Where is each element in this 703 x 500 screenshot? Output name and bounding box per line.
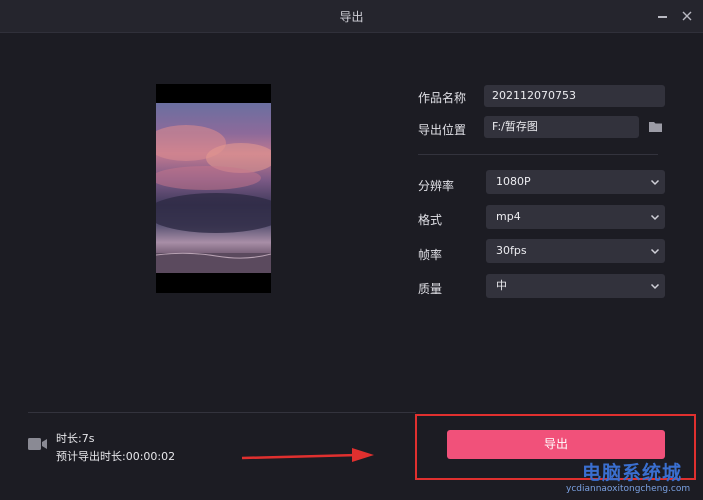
watermark-logo-text: 电脑系统城 — [582, 462, 683, 484]
format-value: mp4 — [496, 210, 521, 223]
export-location-input[interactable]: F:/暂存图 — [484, 116, 639, 138]
window-title: 导出 — [339, 10, 364, 24]
title-bar: 导出 — [0, 0, 703, 33]
chevron-down-icon — [650, 179, 660, 186]
quality-value: 中 — [496, 279, 507, 292]
resolution-value: 1080P — [496, 175, 531, 188]
fps-select[interactable]: 30fps — [486, 239, 665, 263]
preview-image — [156, 103, 271, 273]
watermark-url: ycdiannaoxitongcheng.com — [566, 484, 691, 494]
video-camera-icon — [28, 438, 47, 450]
fps-value: 30fps — [496, 244, 527, 257]
chevron-down-icon — [650, 248, 660, 255]
estimated-time-text: 预计导出时长:00:00:02 — [56, 450, 176, 463]
duration-text: 时长:7s — [56, 432, 95, 445]
format-select[interactable]: mp4 — [486, 205, 665, 229]
footer-divider — [28, 412, 416, 413]
chevron-down-icon — [650, 214, 660, 221]
annotation-arrow — [241, 448, 374, 462]
fps-label: 帧率 — [418, 248, 443, 262]
close-icon — [682, 11, 692, 21]
divider — [418, 154, 658, 155]
work-name-label: 作品名称 — [418, 91, 467, 105]
format-label: 格式 — [418, 213, 443, 227]
folder-icon[interactable] — [648, 120, 663, 133]
chevron-down-icon — [650, 283, 660, 290]
video-preview — [156, 84, 271, 293]
export-location-label: 导出位置 — [418, 123, 467, 137]
quality-select[interactable]: 中 — [486, 274, 665, 298]
close-button[interactable] — [677, 6, 697, 26]
minimize-button[interactable] — [653, 6, 673, 26]
quality-label: 质量 — [418, 282, 443, 296]
export-button[interactable]: 导出 — [447, 430, 665, 459]
resolution-label: 分辨率 — [418, 179, 455, 193]
resolution-select[interactable]: 1080P — [486, 170, 665, 194]
work-name-input[interactable]: 202112070753 — [484, 85, 665, 107]
